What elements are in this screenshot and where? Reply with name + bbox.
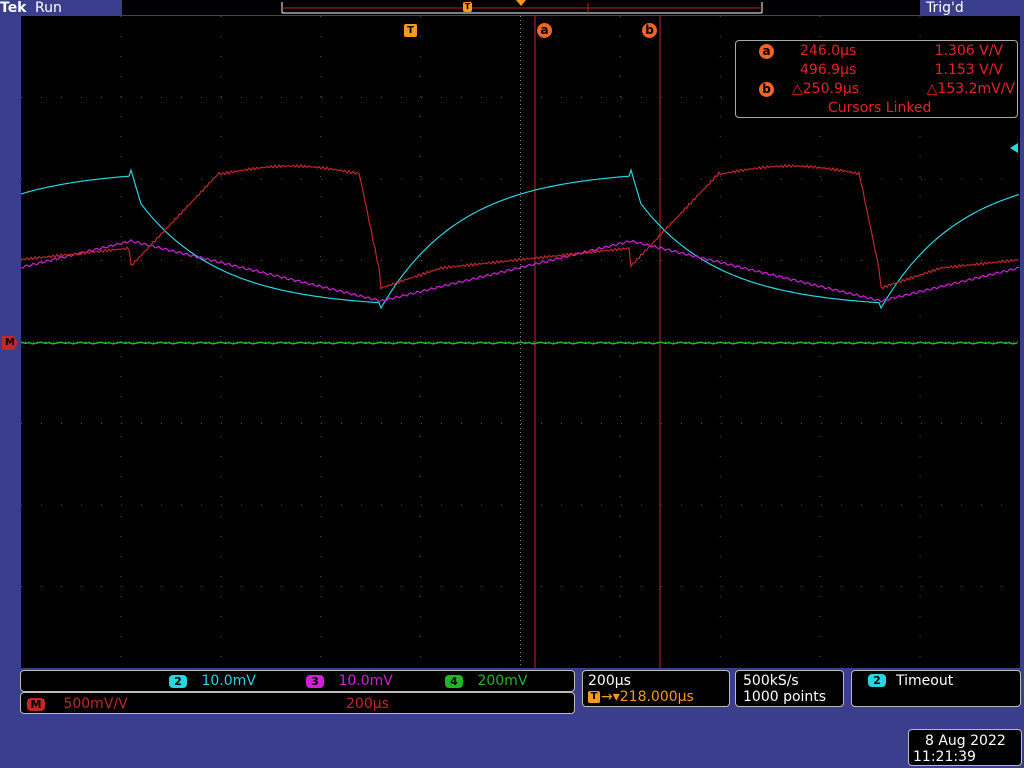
cursor-a-marker[interactable]: a — [537, 23, 552, 38]
trigger-mode: Timeout — [896, 673, 954, 689]
ch4-trace — [21, 341, 1018, 345]
brand-logo: Tek — [0, 0, 27, 16]
status-bar: Tek Run T Trig'd — [0, 0, 1024, 16]
datetime-panel: 8 Aug 2022 11:21:39 — [908, 729, 1022, 766]
cursor-a-value: 1.306 V/V — [934, 43, 1003, 59]
math-trace — [21, 163, 1020, 290]
date-text: 8 Aug 2022 — [925, 733, 1006, 749]
ch3-readout[interactable]: 3 10.0mV — [306, 673, 393, 689]
cursor-readout: a 246.0µs 1.306 V/V 496.9µs 1.153 V/V b … — [735, 40, 1018, 118]
delay-trigger-icon: T — [588, 691, 600, 703]
cursor-b-badge: b — [759, 82, 774, 97]
ch2-readout[interactable]: 2 10.0mV — [169, 673, 256, 689]
ch3-badge: 3 — [306, 674, 324, 688]
cursor-a-badge: a — [759, 44, 774, 59]
ch2-badge: 2 — [169, 674, 187, 688]
cursor-delta-time: △250.9µs — [792, 81, 860, 97]
cursor-a-time: 246.0µs — [800, 43, 857, 59]
ch4-scale: 200mV — [477, 673, 528, 689]
horizontal-delay: →▾218.000µs — [601, 689, 694, 705]
math-scale-panel[interactable]: M 500mV/V 200µs — [20, 692, 575, 714]
acquisition-state[interactable]: Run — [35, 0, 62, 16]
acquisition-panel[interactable]: 500kS/s 1000 points — [735, 670, 844, 707]
record-overview-graphic — [281, 0, 763, 14]
trigger-level-arrow-icon[interactable] — [1010, 142, 1022, 154]
horizontal-panel[interactable]: 200µs T →▾218.000µs — [582, 670, 730, 707]
sample-rate: 500kS/s — [743, 673, 799, 689]
cursors-linked-label: Cursors Linked — [828, 100, 932, 116]
math-timebase: 200µs — [346, 696, 389, 712]
ch4-readout[interactable]: 4 200mV — [445, 673, 527, 689]
trigger-position-marker[interactable]: T — [404, 24, 417, 37]
record-trigger-icon: T — [463, 2, 472, 12]
ch3-scale: 10.0mV — [338, 673, 393, 689]
ch2-scale: 10.0mV — [201, 673, 256, 689]
math-readout[interactable]: M 500mV/V — [27, 696, 128, 712]
record-length: 1000 points — [743, 689, 827, 705]
cursor-b-time: 496.9µs — [800, 62, 857, 78]
trigger-source-badge: 2 — [868, 674, 886, 687]
channel-scale-panel[interactable]: 2 10.0mV 3 10.0mV 4 200mV — [20, 670, 575, 692]
cursor-delta-value: △153.2mV/V — [926, 81, 1015, 97]
ch2-trace — [21, 167, 1020, 310]
cursor-b-value: 1.153 V/V — [934, 62, 1003, 78]
horizontal-scale: 200µs — [588, 673, 631, 689]
record-overview-bar[interactable]: T — [122, 0, 920, 15]
trigger-status: Trig'd — [926, 0, 964, 16]
delay-pointer-icon — [516, 0, 526, 6]
trigger-panel[interactable]: 2 Timeout — [851, 670, 1021, 707]
math-badge: M — [27, 697, 45, 711]
math-scale: 500mV/V — [63, 696, 128, 712]
math-ground-marker[interactable]: M — [2, 336, 18, 350]
cursor-b-marker[interactable]: b — [642, 23, 657, 38]
time-text: 11:21:39 — [913, 749, 976, 765]
ch4-badge: 4 — [445, 674, 463, 688]
